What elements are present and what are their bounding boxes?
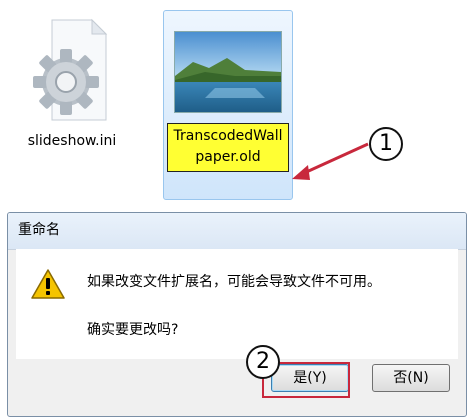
rename-textbox[interactable]: TranscodedWall paper.old [167,123,289,172]
callout-number-1: 1 [369,127,403,161]
dialog-question: 确实要更改吗? [87,322,179,338]
rename-text-line2: paper.old [195,149,261,165]
no-button[interactable]: 否(N) [372,364,450,392]
landscape-thumbnail-icon [174,31,282,113]
warning-icon [31,269,65,299]
dialog-message: 如果改变文件扩展名，可能会导致文件不可用。 [87,274,381,290]
dialog-content: 如果改变文件扩展名，可能会导致文件不可用。 确实要更改吗? [16,249,458,359]
gear-file-icon [33,18,108,121]
callout-number-2: 2 [246,345,280,379]
rename-dialog: 重命名 如果改变文件扩展名，可能会导致文件不可用。 确实要更改吗? 是(Y) 否… [7,212,467,417]
rename-text-line1: TranscodedWall [173,128,283,144]
dialog-title: 重命名 [8,213,466,250]
file-transcodedwallpaper[interactable]: TranscodedWall paper.old [163,10,293,200]
file-name-label: slideshow.ini [27,133,117,149]
file-slideshow-ini[interactable]: slideshow.ini [12,8,132,158]
